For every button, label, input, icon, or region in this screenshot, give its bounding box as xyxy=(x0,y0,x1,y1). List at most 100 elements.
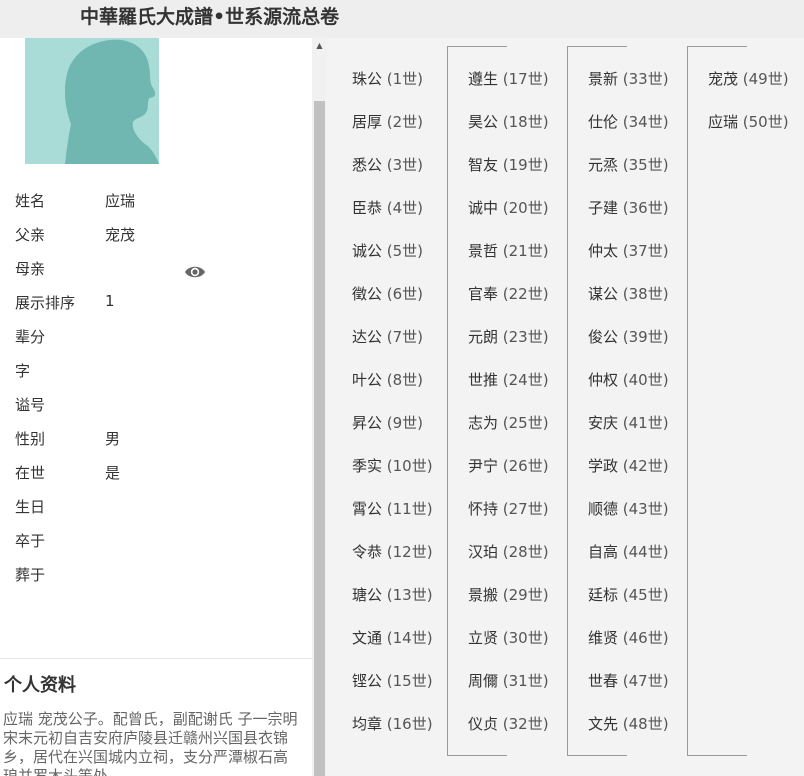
generation-item[interactable]: 居厚 (2世) xyxy=(352,111,423,133)
generation-item[interactable]: 臣恭 (4世) xyxy=(352,197,423,219)
generation-item[interactable]: 霄公 (11世) xyxy=(352,498,433,520)
bio-line: 应瑞 宠茂公子。配曾氏，副配谢氏 子一宗明 xyxy=(3,710,298,728)
generation-item[interactable]: 官奉 (22世) xyxy=(468,283,549,305)
generation-number: (34世) xyxy=(618,113,669,131)
generation-item[interactable]: 令恭 (12世) xyxy=(352,541,433,563)
generation-item[interactable]: 诚中 (20世) xyxy=(468,197,549,219)
generation-item[interactable]: 周儞 (31世) xyxy=(468,670,549,692)
generation-name: 均章 xyxy=(352,715,383,733)
generation-item[interactable]: 元烝 (35世) xyxy=(588,154,669,176)
generation-item[interactable]: 悉公 (3世) xyxy=(352,154,423,176)
generation-item[interactable]: 仪贞 (32世) xyxy=(468,713,549,735)
generation-item[interactable]: 瑭公 (13世) xyxy=(352,584,433,606)
generation-item[interactable]: 志为 (25世) xyxy=(468,412,549,434)
generation-number: (42世) xyxy=(618,457,669,475)
generation-number: (21世) xyxy=(498,242,549,260)
generation-item[interactable]: 昇公 (9世) xyxy=(352,412,423,434)
generation-number: (45世) xyxy=(618,586,669,604)
generation-item[interactable]: 子建 (36世) xyxy=(588,197,669,219)
generation-connector xyxy=(687,46,747,756)
generation-item[interactable]: 顺德 (43世) xyxy=(588,498,669,520)
eye-icon[interactable] xyxy=(184,263,206,281)
info-label: 卒于 xyxy=(15,532,46,550)
scroll-up-arrow-icon[interactable]: ▲ xyxy=(312,40,327,52)
generation-number: (14世) xyxy=(382,629,433,647)
generation-number: (9世) xyxy=(382,414,424,432)
info-label: 辈分 xyxy=(15,328,46,346)
info-label: 展示排序 xyxy=(15,294,76,312)
generation-item[interactable]: 珠公 (1世) xyxy=(352,68,423,90)
generation-item[interactable]: 仕伦 (34世) xyxy=(588,111,669,133)
generation-name: 瑭公 xyxy=(352,586,383,604)
generation-item[interactable]: 遵生 (17世) xyxy=(468,68,549,90)
generation-item[interactable]: 宠茂 (49世) xyxy=(708,68,789,90)
generation-number: (24世) xyxy=(498,371,549,389)
generation-name: 应瑞 xyxy=(708,113,739,131)
generation-number: (13世) xyxy=(382,586,433,604)
generation-item[interactable]: 诚公 (5世) xyxy=(352,240,423,262)
generation-number: (15世) xyxy=(382,672,433,690)
info-label: 姓名 xyxy=(15,192,46,210)
scrollbar[interactable]: ▲ xyxy=(312,38,327,776)
generation-item[interactable]: 应瑞 (50世) xyxy=(708,111,789,133)
generation-name: 怀持 xyxy=(468,500,499,518)
generation-item[interactable]: 自高 (44世) xyxy=(588,541,669,563)
generation-item[interactable]: 学政 (42世) xyxy=(588,455,669,477)
generation-item[interactable]: 均章 (16世) xyxy=(352,713,433,735)
generation-item[interactable]: 季实 (10世) xyxy=(352,455,433,477)
generation-number: (31世) xyxy=(498,672,549,690)
generation-item[interactable]: 尹宁 (26世) xyxy=(468,455,549,477)
generation-number: (39世) xyxy=(618,328,669,346)
generation-item[interactable]: 文先 (48世) xyxy=(588,713,669,735)
generation-item[interactable]: 叶公 (8世) xyxy=(352,369,423,391)
generation-name: 世推 xyxy=(468,371,499,389)
generation-item[interactable]: 俊公 (39世) xyxy=(588,326,669,348)
person-silhouette-icon xyxy=(64,39,159,164)
generation-item[interactable]: 景新 (33世) xyxy=(588,68,669,90)
generation-number: (12世) xyxy=(382,543,433,561)
generation-name: 季实 xyxy=(352,457,383,475)
generation-name: 昊公 xyxy=(468,113,499,131)
generation-name: 文先 xyxy=(588,715,619,733)
generation-item[interactable]: 安庆 (41世) xyxy=(588,412,669,434)
generation-item[interactable]: 元朗 (23世) xyxy=(468,326,549,348)
generation-name: 居厚 xyxy=(352,113,383,131)
avatar xyxy=(25,38,159,164)
generation-number: (22世) xyxy=(498,285,549,303)
header-bar: 中華羅氏大成譜•世系源流总卷 xyxy=(0,0,804,38)
generation-number: (2世) xyxy=(382,113,424,131)
generation-item[interactable]: 仲权 (40世) xyxy=(588,369,669,391)
generation-tree: 珠公 (1世) 居厚 (2世) 悉公 (3世) 臣恭 (4世) 诚公 (5世) 徵公 (6… xyxy=(327,38,804,776)
generation-item[interactable]: 文通 (14世) xyxy=(352,627,433,649)
generation-item[interactable]: 廷标 (45世) xyxy=(588,584,669,606)
generation-item[interactable]: 智友 (19世) xyxy=(468,154,549,176)
generation-name: 臣恭 xyxy=(352,199,383,217)
generation-number: (33世) xyxy=(618,70,669,88)
generation-item[interactable]: 景哲 (21世) xyxy=(468,240,549,262)
generation-connector xyxy=(567,46,627,756)
generation-item[interactable]: 世推 (24世) xyxy=(468,369,549,391)
info-label: 母亲 xyxy=(15,260,46,278)
generation-item[interactable]: 铿公 (15世) xyxy=(352,670,433,692)
generation-number: (1世) xyxy=(382,70,424,88)
generation-item[interactable]: 维贤 (46世) xyxy=(588,627,669,649)
bio-line: 宋末元初自吉安府庐陵县迁赣州兴国县衣锦乡，居代在兴国城内立祠，支分严潭椒石高琅并… xyxy=(3,729,289,776)
generation-item[interactable]: 昊公 (18世) xyxy=(468,111,549,133)
generation-number: (43世) xyxy=(618,500,669,518)
scrollbar-thumb[interactable] xyxy=(314,101,325,776)
info-label: 字 xyxy=(15,362,31,380)
generation-item[interactable]: 达公 (7世) xyxy=(352,326,423,348)
generation-item[interactable]: 怀持 (27世) xyxy=(468,498,549,520)
generation-number: (41世) xyxy=(618,414,669,432)
generation-number: (44世) xyxy=(618,543,669,561)
generation-item[interactable]: 谋公 (38世) xyxy=(588,283,669,305)
generation-item[interactable]: 世春 (47世) xyxy=(588,670,669,692)
generation-item[interactable]: 徵公 (6世) xyxy=(352,283,423,305)
generation-item[interactable]: 仲太 (37世) xyxy=(588,240,669,262)
generation-number: (48世) xyxy=(618,715,669,733)
generation-item[interactable]: 汉珀 (28世) xyxy=(468,541,549,563)
generation-item[interactable]: 立贤 (30世) xyxy=(468,627,549,649)
generation-item[interactable]: 景搬 (29世) xyxy=(468,584,549,606)
generation-number: (19世) xyxy=(498,156,549,174)
generation-number: (27世) xyxy=(498,500,549,518)
